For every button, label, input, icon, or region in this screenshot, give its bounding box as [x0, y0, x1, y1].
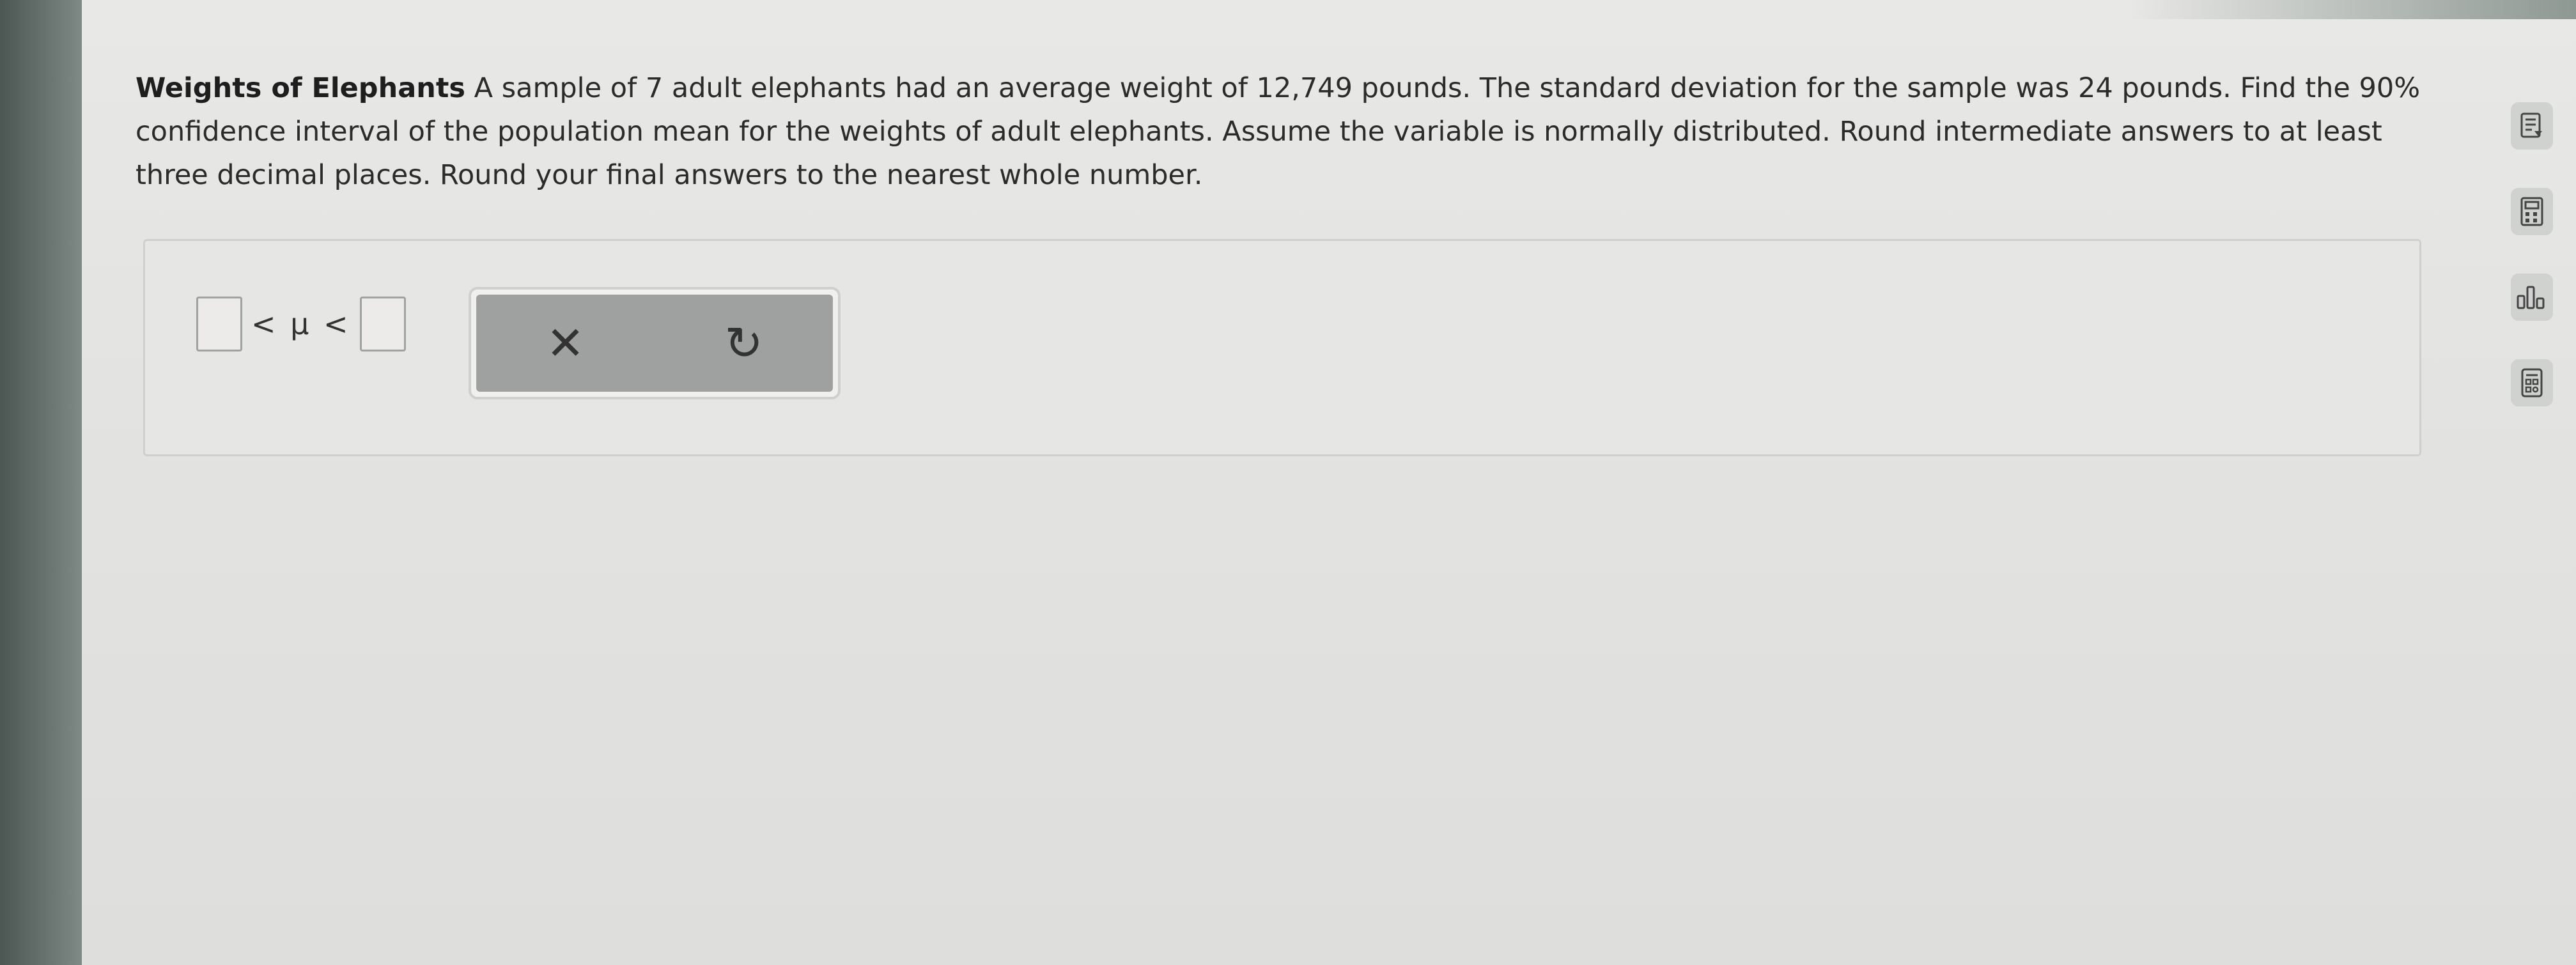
reset-button[interactable]: ↻	[699, 305, 789, 382]
table-icon	[2521, 368, 2543, 398]
bar-chart-icon	[2517, 286, 2545, 309]
problem-statement: Weights of Elephants A sample of 7 adult…	[136, 66, 2449, 197]
confidence-interval-row: < μ <	[196, 292, 406, 356]
answer-panel: < μ < ✕ ↻	[143, 239, 2421, 456]
statistics-button[interactable]	[2511, 274, 2553, 321]
side-toolbar	[2511, 102, 2553, 445]
calculator-button[interactable]	[2511, 188, 2553, 235]
close-icon: ✕	[546, 316, 585, 370]
clear-button[interactable]: ✕	[521, 305, 610, 382]
notes-button[interactable]	[2511, 102, 2553, 150]
screen-bezel	[0, 0, 82, 965]
lower-bound-input[interactable]	[196, 297, 242, 351]
problem-body: A sample of 7 adult elephants had an ave…	[136, 72, 2421, 191]
inequality-label: < μ <	[251, 307, 351, 341]
calculator-icon	[2520, 197, 2543, 226]
problem-title: Weights of Elephants	[136, 72, 465, 104]
notes-icon	[2520, 112, 2542, 138]
answer-action-group: ✕ ↻	[469, 287, 841, 399]
upper-bound-input[interactable]	[359, 297, 406, 351]
bezel-top	[2129, 0, 2576, 19]
undo-icon: ↻	[724, 316, 763, 370]
data-table-button[interactable]	[2511, 359, 2553, 406]
